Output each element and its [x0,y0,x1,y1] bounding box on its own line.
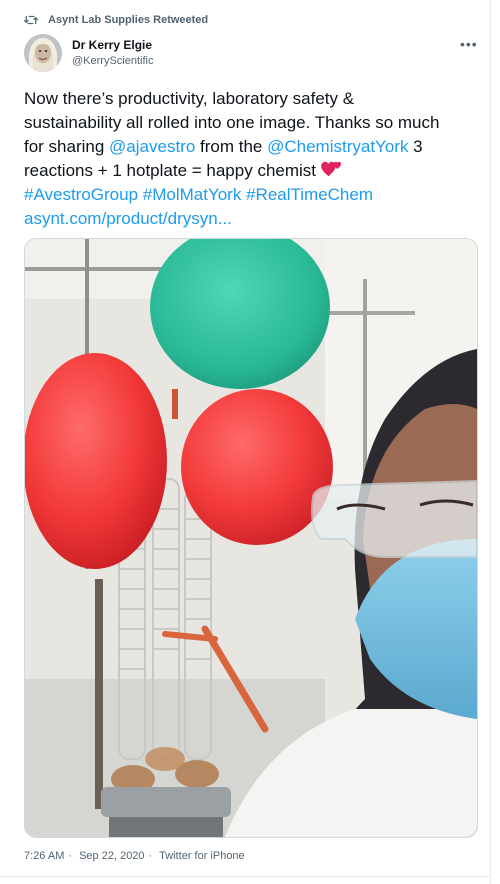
meta-separator: · [68,850,73,862]
lab-photo-image [25,239,477,837]
tweet-text: Now there’s productivity, laboratory saf… [24,87,484,231]
retweet-label: Asynt Lab Supplies Retweeted [48,14,209,26]
tweet-time[interactable]: 7:26 AM [24,850,64,862]
author-name[interactable]: Dr Kerry Elgie [72,38,152,52]
two-hearts-icon [320,161,341,177]
more-options-icon[interactable]: ••• [460,36,478,52]
mention-ajavestro[interactable]: @ajavestro [109,137,195,156]
tweet-photo[interactable] [24,238,478,838]
tweet-url-link[interactable]: asynt.com/product/drysyn... [24,209,232,228]
mention-chemistryatyork[interactable]: @ChemistryatYork [267,137,408,156]
tweet-line-1: Now there’s productivity, laboratory saf… [24,89,355,108]
avatar[interactable] [24,34,62,72]
avatar-photo [24,34,62,72]
tweet-line-3-pre: for sharing [24,137,110,156]
author-handle[interactable]: @KerryScientific [72,55,153,67]
hashtag-realtimechem[interactable]: #RealTimeChem [246,185,373,204]
tweet-meta: 7:26 AM · Sep 22, 2020 · Twitter for iPhon… [24,850,249,862]
tweet-source[interactable]: Twitter for iPhone [159,850,245,862]
tweet-line-2: sustainability all rolled into one image… [24,113,440,132]
retweet-icon [24,15,38,25]
retweet-header[interactable]: Asynt Lab Supplies Retweeted [24,14,208,26]
meta-separator-2: · [148,850,153,862]
tweet-line-3-mid: from the [195,137,268,156]
tweet-line-3-post: 3 [408,137,423,156]
hashtag-avestrogroup[interactable]: #AvestroGroup [24,185,138,204]
tweet-card: Asynt Lab Supplies Retweeted Dr Kerry El… [0,0,491,884]
tweet-date[interactable]: Sep 22, 2020 [79,850,144,862]
divider [0,876,490,877]
tweet-line-4: reactions + 1 hotplate = happy chemist [24,161,321,180]
hashtag-molmatyork[interactable]: #MolMatYork [143,185,242,204]
